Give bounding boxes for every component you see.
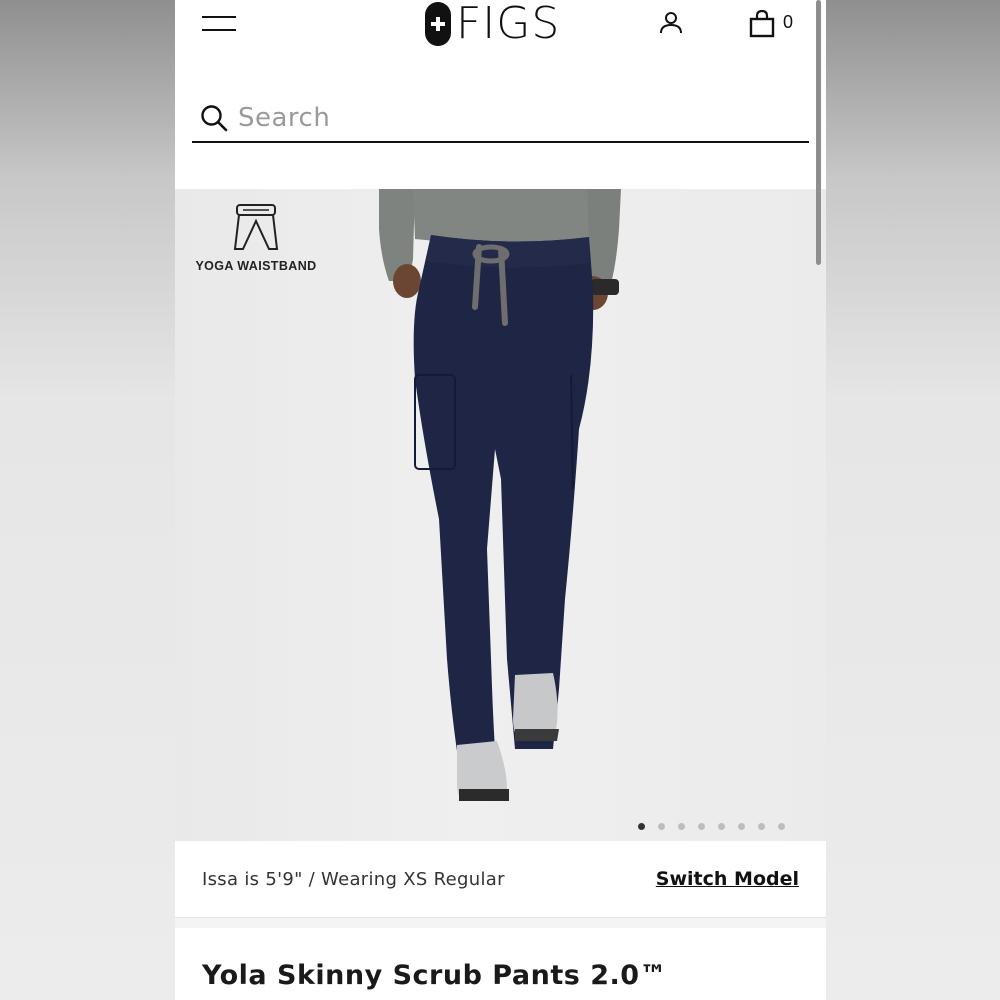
badge-label: YOGA WAISTBAND xyxy=(195,259,317,273)
account-icon[interactable] xyxy=(659,10,683,34)
logo[interactable]: FIGS xyxy=(425,1,560,47)
logo-text: FIGS xyxy=(456,0,561,49)
product-image[interactable]: YOGA WAISTBAND xyxy=(175,189,826,841)
product-title: Yola Skinny Scrub Pants 2.0™ xyxy=(202,960,668,991)
header: FIGS 0 xyxy=(175,0,826,60)
search-icon xyxy=(201,105,228,132)
logo-plus-icon xyxy=(425,2,451,46)
yoga-waistband-badge: YOGA WAISTBAND xyxy=(181,203,331,273)
model-illustration xyxy=(379,189,621,801)
carousel-dot[interactable] xyxy=(658,823,665,830)
carousel-dot[interactable] xyxy=(758,823,765,830)
waistband-icon xyxy=(233,204,279,250)
section-divider xyxy=(175,918,826,928)
carousel-dot[interactable] xyxy=(698,823,705,830)
menu-icon[interactable] xyxy=(202,14,236,32)
model-info: Issa is 5'9" / Wearing XS Regular Switch… xyxy=(175,841,826,918)
model-description: Issa is 5'9" / Wearing XS Regular xyxy=(202,869,505,890)
search-bar[interactable]: Search xyxy=(192,95,809,143)
carousel-dot[interactable] xyxy=(678,823,685,830)
carousel-dot[interactable] xyxy=(718,823,725,830)
carousel-dot[interactable] xyxy=(638,823,645,830)
carousel-dot[interactable] xyxy=(778,823,785,830)
switch-model-link[interactable]: Switch Model xyxy=(656,868,799,890)
carousel-dot[interactable] xyxy=(738,823,745,830)
cart-icon[interactable] xyxy=(749,10,775,38)
scrollbar[interactable] xyxy=(816,0,821,265)
search-input[interactable]: Search xyxy=(238,103,330,133)
app-screen: FIGS 0 Search YOGA WAISTBAND Issa is 5'9… xyxy=(175,0,826,1000)
carousel-dots xyxy=(638,823,785,831)
cart-count: 0 xyxy=(783,12,794,32)
